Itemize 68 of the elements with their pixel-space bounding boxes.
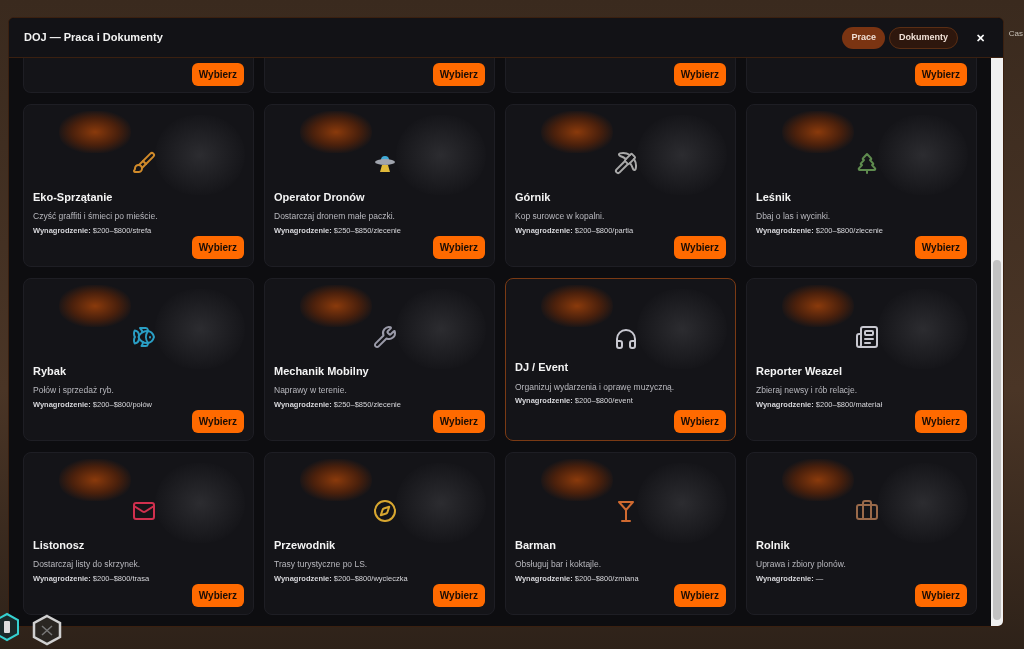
select-button[interactable]: Wybierz <box>914 410 967 433</box>
select-button[interactable]: Wybierz <box>914 584 967 607</box>
accent-glow <box>59 285 131 327</box>
close-button[interactable]: ✕ <box>972 29 988 46</box>
job-title: Operator Dronów <box>274 189 366 205</box>
job-description: Połów i sprzedaż ryb. <box>33 384 115 397</box>
job-description: Dostarczaj dronem małe paczki. <box>274 210 396 223</box>
job-title: Mechanik Mobilny <box>274 363 370 379</box>
select-button[interactable]: Wybierz <box>914 236 967 259</box>
hexagon-hud-icon <box>0 612 20 642</box>
accent-glow <box>300 459 372 501</box>
accent-glow <box>782 285 854 327</box>
background-text: Cas <box>1008 28 1023 40</box>
accent-glow <box>541 285 613 327</box>
select-button[interactable]: Wybierz <box>432 584 485 607</box>
select-button[interactable]: Wybierz <box>914 63 967 86</box>
job-description: Kop surowce w kopalni. <box>515 210 606 223</box>
select-button[interactable]: Wybierz <box>191 63 244 86</box>
pickaxe-icon <box>613 150 638 175</box>
hexagon-hud-icon <box>31 614 63 646</box>
job-title: Reporter Weazel <box>756 363 843 379</box>
job-title: Listonosz <box>33 537 86 553</box>
job-title: Przewodnik <box>274 537 337 553</box>
select-button[interactable]: Wybierz <box>191 410 244 433</box>
briefcase-icon <box>854 498 879 523</box>
window-title: DOJ — Praca i Dokumenty <box>24 30 163 46</box>
job-title: DJ / Event <box>515 360 570 375</box>
scrollbar-thumb[interactable] <box>993 260 1001 620</box>
select-button[interactable]: Wybierz <box>673 63 726 86</box>
job-title: Górnik <box>515 189 552 205</box>
select-button[interactable]: Wybierz <box>191 584 244 607</box>
select-button[interactable]: Wybierz <box>673 584 726 607</box>
accent-glow <box>541 459 613 501</box>
select-button[interactable]: Wybierz <box>673 410 726 433</box>
job-description: Organizuj wydarzenia i oprawę muzyczną. <box>515 380 676 394</box>
job-title: Rybak <box>33 363 68 379</box>
job-description: Uprawa i zbiory plonów. <box>756 558 847 571</box>
headphones-icon <box>613 327 638 351</box>
accent-glow <box>782 459 854 501</box>
accent-glow <box>59 111 131 153</box>
job-description: Trasy turystyczne po LS. <box>274 558 369 571</box>
select-button[interactable]: Wybierz <box>432 63 485 86</box>
accent-glow <box>300 111 372 153</box>
tab[interactable]: Dokumenty <box>889 26 958 49</box>
accent-glow <box>541 111 613 153</box>
fish-icon <box>131 324 156 349</box>
select-button[interactable]: Wybierz <box>673 236 726 259</box>
accent-glow <box>300 285 372 327</box>
job-description: Zbieraj newsy i rób relacje. <box>756 384 859 397</box>
job-description: Dbaj o las i wycinki. <box>756 210 832 223</box>
tab[interactable]: Prace <box>842 26 885 49</box>
job-description: Dostarczaj listy do skrzynek. <box>33 558 142 571</box>
select-button[interactable]: Wybierz <box>432 236 485 259</box>
wrench-icon <box>372 324 397 349</box>
accent-glow <box>782 111 854 153</box>
job-title: Rolnik <box>756 537 791 553</box>
accent-glow <box>59 459 131 501</box>
compass-icon <box>372 498 397 523</box>
job-description: Obsługuj bar i koktajle. <box>515 558 602 571</box>
scrollbar[interactable] <box>991 58 1003 626</box>
newspaper-icon <box>854 324 879 349</box>
job-description: Naprawy w terenie. <box>274 384 348 397</box>
select-button[interactable]: Wybierz <box>432 410 485 433</box>
select-button[interactable]: Wybierz <box>191 236 244 259</box>
job-title: Leśnik <box>756 189 792 205</box>
job-title: Barman <box>515 537 557 553</box>
job-title: Eko-Sprzątanie <box>33 189 114 205</box>
job-description: Czyść graffiti i śmieci po mieście. <box>33 210 159 223</box>
